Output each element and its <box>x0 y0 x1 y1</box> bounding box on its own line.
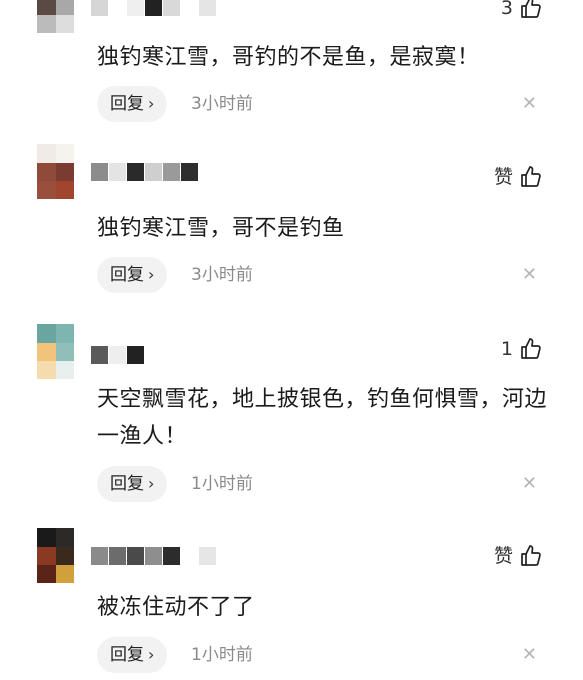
username[interactable] <box>91 0 251 16</box>
comment-item: 1 天空飘雪花，地上披银色，钓鱼何惧雪，河边一渔人！ 回复 › 1小时前 ✕ <box>0 324 583 514</box>
like-label: 赞 <box>493 545 513 567</box>
avatar[interactable] <box>37 528 74 583</box>
comment-text: 被冻住动不了了 <box>97 595 255 620</box>
thumbs-up-icon <box>519 544 543 568</box>
avatar[interactable] <box>37 0 74 33</box>
timestamp: 3小时前 <box>191 265 253 285</box>
reply-button[interactable]: 回复 › <box>97 86 168 122</box>
chevron-right-icon: › <box>148 265 155 284</box>
chevron-right-icon: › <box>148 645 155 664</box>
reply-label: 回复 <box>110 265 144 285</box>
thumbs-up-icon <box>519 0 543 20</box>
chevron-right-icon: › <box>148 94 155 113</box>
timestamp: 1小时前 <box>191 474 253 494</box>
comment-text: 独钓寒江雪，哥不是钓鱼 <box>97 216 345 241</box>
like-label: 赞 <box>493 166 513 188</box>
avatar[interactable] <box>37 324 74 379</box>
like-count: 3 <box>500 0 513 19</box>
reply-label: 回复 <box>110 94 144 114</box>
reply-button[interactable]: 回复 › <box>97 257 168 293</box>
close-icon[interactable]: ✕ <box>522 257 537 293</box>
chevron-right-icon: › <box>148 474 155 493</box>
comment-item: 赞 被冻住动不了了 回复 › 1小时前 ✕ <box>0 528 583 680</box>
comment-item: 赞 独钓寒江雪，哥不是钓鱼 回复 › 3小时前 ✕ <box>0 144 583 304</box>
close-icon[interactable]: ✕ <box>522 637 537 673</box>
like-button[interactable]: 3 <box>501 0 543 20</box>
timestamp: 1小时前 <box>191 645 253 665</box>
username[interactable] <box>91 346 251 364</box>
comment-item: 3 独钓寒江雪，哥钓的不是鱼，是寂寞！ 回复 › 3小时前 ✕ <box>0 0 583 130</box>
close-icon[interactable]: ✕ <box>522 86 537 122</box>
timestamp: 3小时前 <box>191 94 253 114</box>
username[interactable] <box>91 163 251 181</box>
like-button[interactable]: 1 <box>501 337 543 361</box>
username[interactable] <box>91 547 251 565</box>
like-button[interactable]: 赞 <box>494 165 543 189</box>
reply-label: 回复 <box>110 645 144 665</box>
reply-label: 回复 <box>110 474 144 494</box>
close-icon[interactable]: ✕ <box>522 466 537 502</box>
comment-text: 天空飘雪花，地上披银色，钓鱼何惧雪，河边一渔人！ <box>97 387 548 449</box>
like-count: 1 <box>500 338 513 360</box>
comment-text: 独钓寒江雪，哥钓的不是鱼，是寂寞！ <box>97 45 480 70</box>
like-button[interactable]: 赞 <box>494 544 543 568</box>
avatar[interactable] <box>37 144 74 199</box>
thumbs-up-icon <box>519 337 543 361</box>
reply-button[interactable]: 回复 › <box>97 637 168 673</box>
thumbs-up-icon <box>519 165 543 189</box>
reply-button[interactable]: 回复 › <box>97 466 168 502</box>
